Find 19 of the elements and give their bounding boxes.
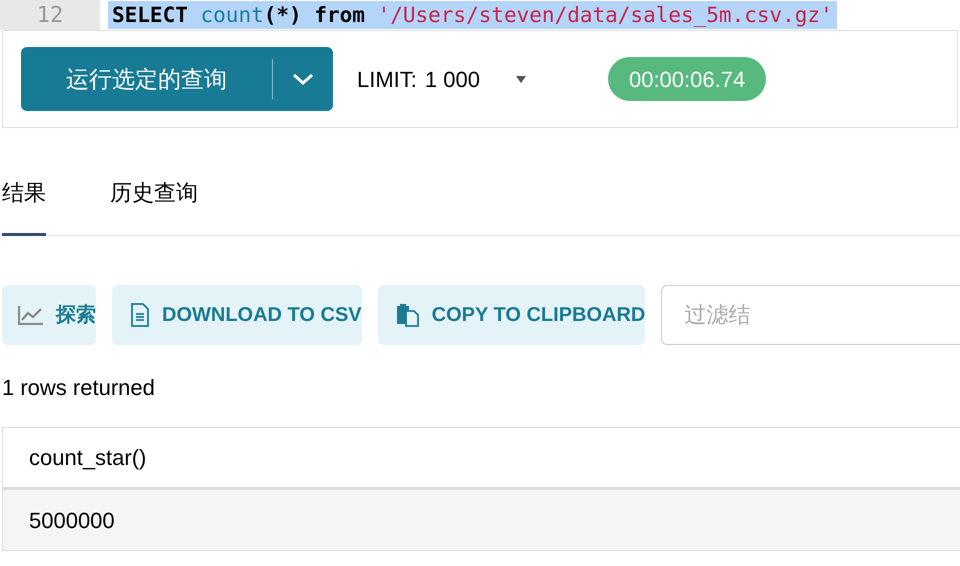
code-token: from [314,3,365,27]
action-button[interactable]: 探索 [2,285,96,345]
results-tab[interactable]: 结果 [2,176,46,236]
line-number: 12 [36,2,64,30]
code-token: count [200,3,264,27]
table-cell-text: 5000000 [28,506,115,534]
run-query-button[interactable]: 运行选定的查询 [21,47,333,111]
code-token: (*) [264,3,302,27]
rows-returned-text: 1 rows returned [2,374,156,402]
code-token: SELECT [112,3,188,27]
limit-select[interactable]: 1 000 [424,62,526,96]
results-tab[interactable]: 历史查询 [110,176,198,236]
limit-label: LIMIT: [357,66,417,94]
elapsed-time-badge: 00:00:06.74 [608,57,766,101]
column-header: count_star() [28,444,146,472]
filter-field[interactable]: 过滤结 [661,285,960,345]
action-button[interactable]: DOWNLOAD TO CSV [112,285,362,345]
code-token: '/Users/steven/data/sales_5m.csv.gz' [378,3,833,27]
action-button[interactable]: COPY TO CLIPBOARD [378,285,646,345]
